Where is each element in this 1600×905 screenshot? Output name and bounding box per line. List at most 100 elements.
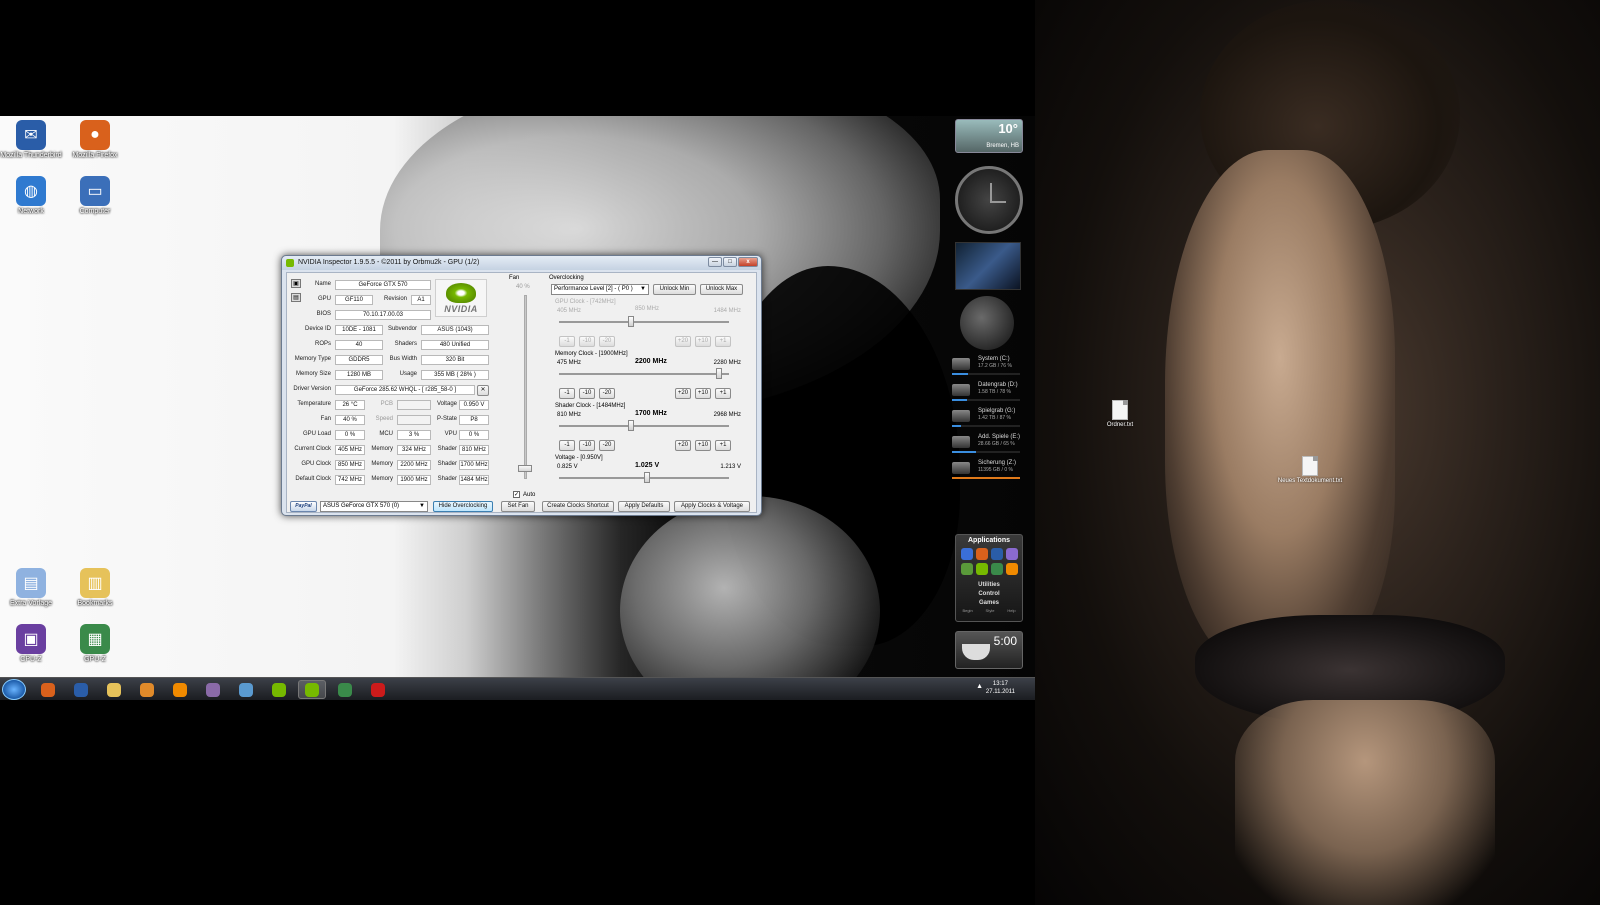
shader-clock-step-button[interactable]: -1 (559, 440, 575, 451)
taskbar-button-opera[interactable] (364, 680, 392, 699)
app-launcher-icon[interactable] (976, 548, 988, 560)
tray-clock[interactable]: 13:17 27.11.2011 (986, 680, 1015, 696)
menu-games[interactable]: Games (956, 599, 1022, 608)
gpu-clock-slider-track[interactable] (559, 321, 729, 323)
memory-clock-step-button[interactable]: -10 (579, 388, 595, 399)
gpu-select[interactable]: ASUS GeForce GTX 570 (0) ▼ (320, 501, 428, 512)
memory-clock-step-button[interactable]: -20 (599, 388, 615, 399)
taskbar-button-media-player[interactable] (133, 680, 161, 699)
set-fan-button[interactable]: Set Fan (501, 501, 535, 512)
label-device-id: Device ID (304, 326, 331, 332)
drive-meter[interactable]: Datengrab (D:) 1.58 TB / 78 % (952, 382, 1022, 404)
apply-defaults-button[interactable]: Apply Defaults (618, 501, 670, 512)
window-titlebar[interactable]: NVIDIA Inspector 1.9.5.5 - ©2011 by Orbm… (282, 256, 761, 270)
app-launcher-icon[interactable] (1006, 548, 1018, 560)
shader-clock-step-button[interactable]: +20 (675, 440, 691, 451)
desktop-file-neues-textdokument[interactable]: Neues Textdokument.txt (1275, 456, 1345, 485)
memory-clock-step-button[interactable]: +10 (695, 388, 711, 399)
menu-control[interactable]: Control (956, 590, 1022, 599)
applications-gadget[interactable]: Applications Utilities Control Games Beg… (955, 534, 1023, 622)
footer-style[interactable]: Style (986, 608, 995, 613)
apply-clocks-voltage-button[interactable]: Apply Clocks & Voltage (674, 501, 750, 512)
weather-gadget[interactable]: 10° Bremen, HB (955, 119, 1023, 153)
memory-clock-step-button[interactable]: +1 (715, 388, 731, 399)
taskbar-button-app-purple[interactable] (199, 680, 227, 699)
app-launcher-icon[interactable] (976, 563, 988, 575)
driver-settings-button[interactable]: ✕ (477, 385, 489, 396)
menu-utilities[interactable]: Utilities (956, 581, 1022, 590)
taskbar-button-network-tool[interactable] (232, 680, 260, 699)
performance-level-select[interactable]: Performance Level [2] - ( P0 ) ▼ (551, 284, 649, 295)
gpu-clock-slider-thumb[interactable] (627, 316, 634, 327)
shader-clock-step-button[interactable]: +10 (695, 440, 711, 451)
moon-phase-gadget[interactable] (960, 296, 1014, 350)
fan-slider-thumb[interactable] (518, 465, 532, 472)
maximize-button[interactable]: □ (723, 257, 737, 267)
drive-meter[interactable]: Add. Spiele (E:) 28.66 GB / 65 % (952, 434, 1022, 456)
footer-help[interactable]: Help (1007, 608, 1015, 613)
app-launcher-icon[interactable] (961, 548, 973, 560)
desktop-icon-network[interactable]: ◍ Network (0, 176, 62, 216)
tea-timer-gadget[interactable]: 5:00 (955, 631, 1023, 669)
gpu-clock-step-button[interactable]: +1 (715, 336, 731, 347)
desktop-icon-firefox[interactable]: ● Mozilla Firefox (64, 120, 126, 160)
desktop-file-ordner[interactable]: Ordner.txt (1085, 400, 1155, 429)
tray-expand-icon[interactable]: ▲ (976, 683, 983, 690)
gpu-clock-step-button[interactable]: +10 (695, 336, 711, 347)
slideshow-gadget[interactable] (955, 242, 1021, 290)
fan-auto-checkbox[interactable]: ✓ Auto (513, 491, 535, 498)
hide-overclocking-button[interactable]: Hide Overclocking (433, 501, 493, 512)
memory-clock-step-button[interactable]: +20 (675, 388, 691, 399)
primary-monitor-desktop[interactable]: ✉ Mozilla Thunderbird ● Mozilla Firefox … (0, 116, 1035, 700)
taskbar-button-gpu-z[interactable] (331, 680, 359, 699)
paypal-donate-button[interactable]: PayPal (290, 501, 317, 512)
screenshot-icon[interactable]: ▣ (291, 279, 301, 288)
nvidia-inspector-window[interactable]: NVIDIA Inspector 1.9.5.5 - ©2011 by Orbm… (281, 255, 762, 516)
clock-gadget[interactable] (955, 166, 1023, 234)
close-button[interactable]: x (738, 257, 758, 267)
secondary-monitor-desktop[interactable]: Ordner.txt Neues Textdokument.txt (1035, 0, 1600, 905)
unlock-max-button[interactable]: Unlock Max (700, 284, 743, 295)
minimize-button[interactable]: — (708, 257, 722, 267)
desktop-icon-computer[interactable]: ▭ Computer (64, 176, 126, 216)
app-launcher-icon[interactable] (991, 563, 1003, 575)
memory-clock-slider-track[interactable] (559, 373, 729, 375)
shader-clock-step-button[interactable]: -20 (599, 440, 615, 451)
memory-clock-step-button[interactable]: -1 (559, 388, 575, 399)
drive-meter[interactable]: Spielgrab (G:) 1.42 TB / 87 % (952, 408, 1022, 430)
fan-slider-track[interactable] (524, 295, 527, 479)
gpu-clock-step-button[interactable]: -20 (599, 336, 615, 347)
start-button[interactable] (2, 679, 26, 700)
taskbar-button-vlc[interactable] (166, 680, 194, 699)
taskbar-button-explorer[interactable] (100, 680, 128, 699)
desktop-icon-bookmarks[interactable]: ▥ Bookmarks (64, 568, 126, 608)
app-launcher-icon[interactable] (991, 548, 1003, 560)
unlock-min-button[interactable]: Unlock Min (653, 284, 696, 295)
shader-clock-slider-track[interactable] (559, 425, 729, 427)
gpu-clock-step-button[interactable]: -1 (559, 336, 575, 347)
taskbar-button-firefox[interactable] (34, 680, 62, 699)
gpu-clock-step-button[interactable]: +20 (675, 336, 691, 347)
drive-meter[interactable]: System (C:) 17.2 GB / 76 % (952, 356, 1022, 378)
voltage-slider-thumb[interactable] (644, 472, 651, 483)
gpu-clock-step-button[interactable]: -10 (579, 336, 595, 347)
shader-clock-step-button[interactable]: +1 (715, 440, 731, 451)
fan-auto-check[interactable]: ✓ (513, 491, 520, 498)
desktop-icon-gpuz[interactable]: ▦ GPU-Z (64, 624, 126, 664)
taskbar-button-thunderbird[interactable] (67, 680, 95, 699)
taskbar-button-nvidia-inspector[interactable] (298, 680, 326, 699)
app-launcher-icon[interactable] (961, 563, 973, 575)
shader-clock-step-button[interactable]: -10 (579, 440, 595, 451)
taskbar-button-nvidia-tool-1[interactable] (265, 680, 293, 699)
create-clocks-shortcut-button[interactable]: Create Clocks Shortcut (542, 501, 614, 512)
footer-begin[interactable]: Begin (962, 608, 972, 613)
app-launcher-icon[interactable] (1006, 563, 1018, 575)
settings-icon[interactable]: ▤ (291, 293, 301, 302)
desktop-icon-thunderbird[interactable]: ✉ Mozilla Thunderbird (0, 120, 62, 160)
memory-clock-slider-thumb[interactable] (716, 368, 723, 379)
shader-clock-slider-thumb[interactable] (627, 420, 634, 431)
desktop-icon-cpuz[interactable]: ▣ CPU-Z (0, 624, 62, 664)
drive-meter[interactable]: Sicherung (Z:) 11395 GB / 0 % (952, 460, 1022, 482)
desktop-icon-extra-vorlage[interactable]: ▤ Extra Vorlage (0, 568, 62, 608)
label-pcb: PCB (380, 401, 393, 407)
